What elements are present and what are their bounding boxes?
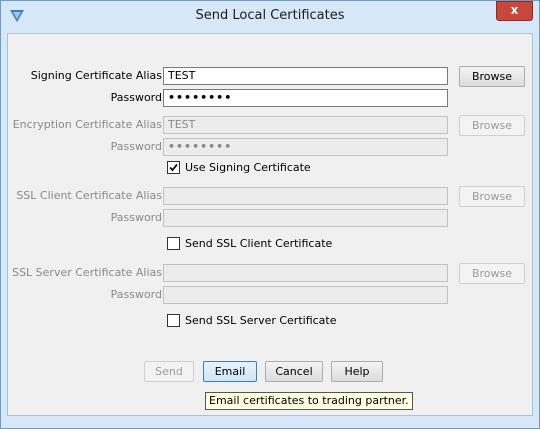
ssl-client-alias-field[interactable] bbox=[163, 187, 448, 205]
ssl-server-alias-label: SSL Server Certificate Alias bbox=[12, 266, 162, 279]
encryption-password-field[interactable]: •••••••• bbox=[163, 138, 448, 156]
send-ssl-server-checkbox[interactable]: Send SSL Server Certificate bbox=[167, 314, 337, 328]
ssl-client-browse-button[interactable]: Browse bbox=[459, 186, 525, 207]
ssl-client-alias-label: SSL Client Certificate Alias bbox=[16, 189, 162, 202]
send-ssl-client-checkbox[interactable]: Send SSL Client Certificate bbox=[167, 237, 332, 251]
signing-password-field[interactable]: •••••••• bbox=[163, 89, 448, 107]
encryption-password-label: Password bbox=[110, 140, 162, 153]
send-ssl-client-label: Send SSL Client Certificate bbox=[185, 237, 333, 250]
send-ssl-server-label: Send SSL Server Certificate bbox=[185, 314, 337, 327]
email-tooltip: Email certificates to trading partner. bbox=[205, 392, 413, 410]
ssl-server-browse-button[interactable]: Browse bbox=[459, 263, 525, 284]
signing-alias-label: Signing Certificate Alias bbox=[30, 69, 162, 82]
window-title: Send Local Certificates bbox=[195, 8, 345, 23]
ssl-server-alias-field[interactable] bbox=[163, 264, 448, 282]
signing-browse-button[interactable]: Browse bbox=[459, 66, 525, 87]
ssl-client-password-label: Password bbox=[110, 211, 162, 224]
title-bar[interactable]: Send Local Certificates x bbox=[1, 1, 539, 31]
dialog-body: Signing Certificate Alias TEST Browse Pa… bbox=[7, 33, 533, 416]
close-button[interactable]: x bbox=[496, 1, 533, 21]
send-button[interactable]: Send bbox=[144, 361, 194, 382]
dialog-window: Send Local Certificates x Signing Certif… bbox=[0, 0, 540, 429]
encryption-browse-button[interactable]: Browse bbox=[459, 115, 525, 136]
ssl-server-password-field[interactable] bbox=[163, 286, 448, 304]
checkbox-unchecked-icon bbox=[167, 314, 180, 327]
use-signing-checkbox[interactable]: Use Signing Certificate bbox=[167, 161, 311, 175]
cancel-button[interactable]: Cancel bbox=[265, 361, 323, 382]
use-signing-label: Use Signing Certificate bbox=[185, 161, 311, 174]
signing-alias-field[interactable]: TEST bbox=[163, 67, 448, 85]
ssl-client-password-field[interactable] bbox=[163, 209, 448, 227]
ssl-server-password-label: Password bbox=[110, 288, 162, 301]
checkbox-checked-icon bbox=[167, 161, 180, 174]
encryption-alias-field[interactable]: TEST bbox=[163, 116, 448, 134]
signing-password-label: Password bbox=[110, 91, 162, 104]
help-button[interactable]: Help bbox=[331, 361, 383, 382]
encryption-alias-label: Encryption Certificate Alias bbox=[12, 118, 162, 131]
checkbox-unchecked-icon bbox=[167, 237, 180, 250]
email-button[interactable]: Email bbox=[203, 361, 257, 382]
